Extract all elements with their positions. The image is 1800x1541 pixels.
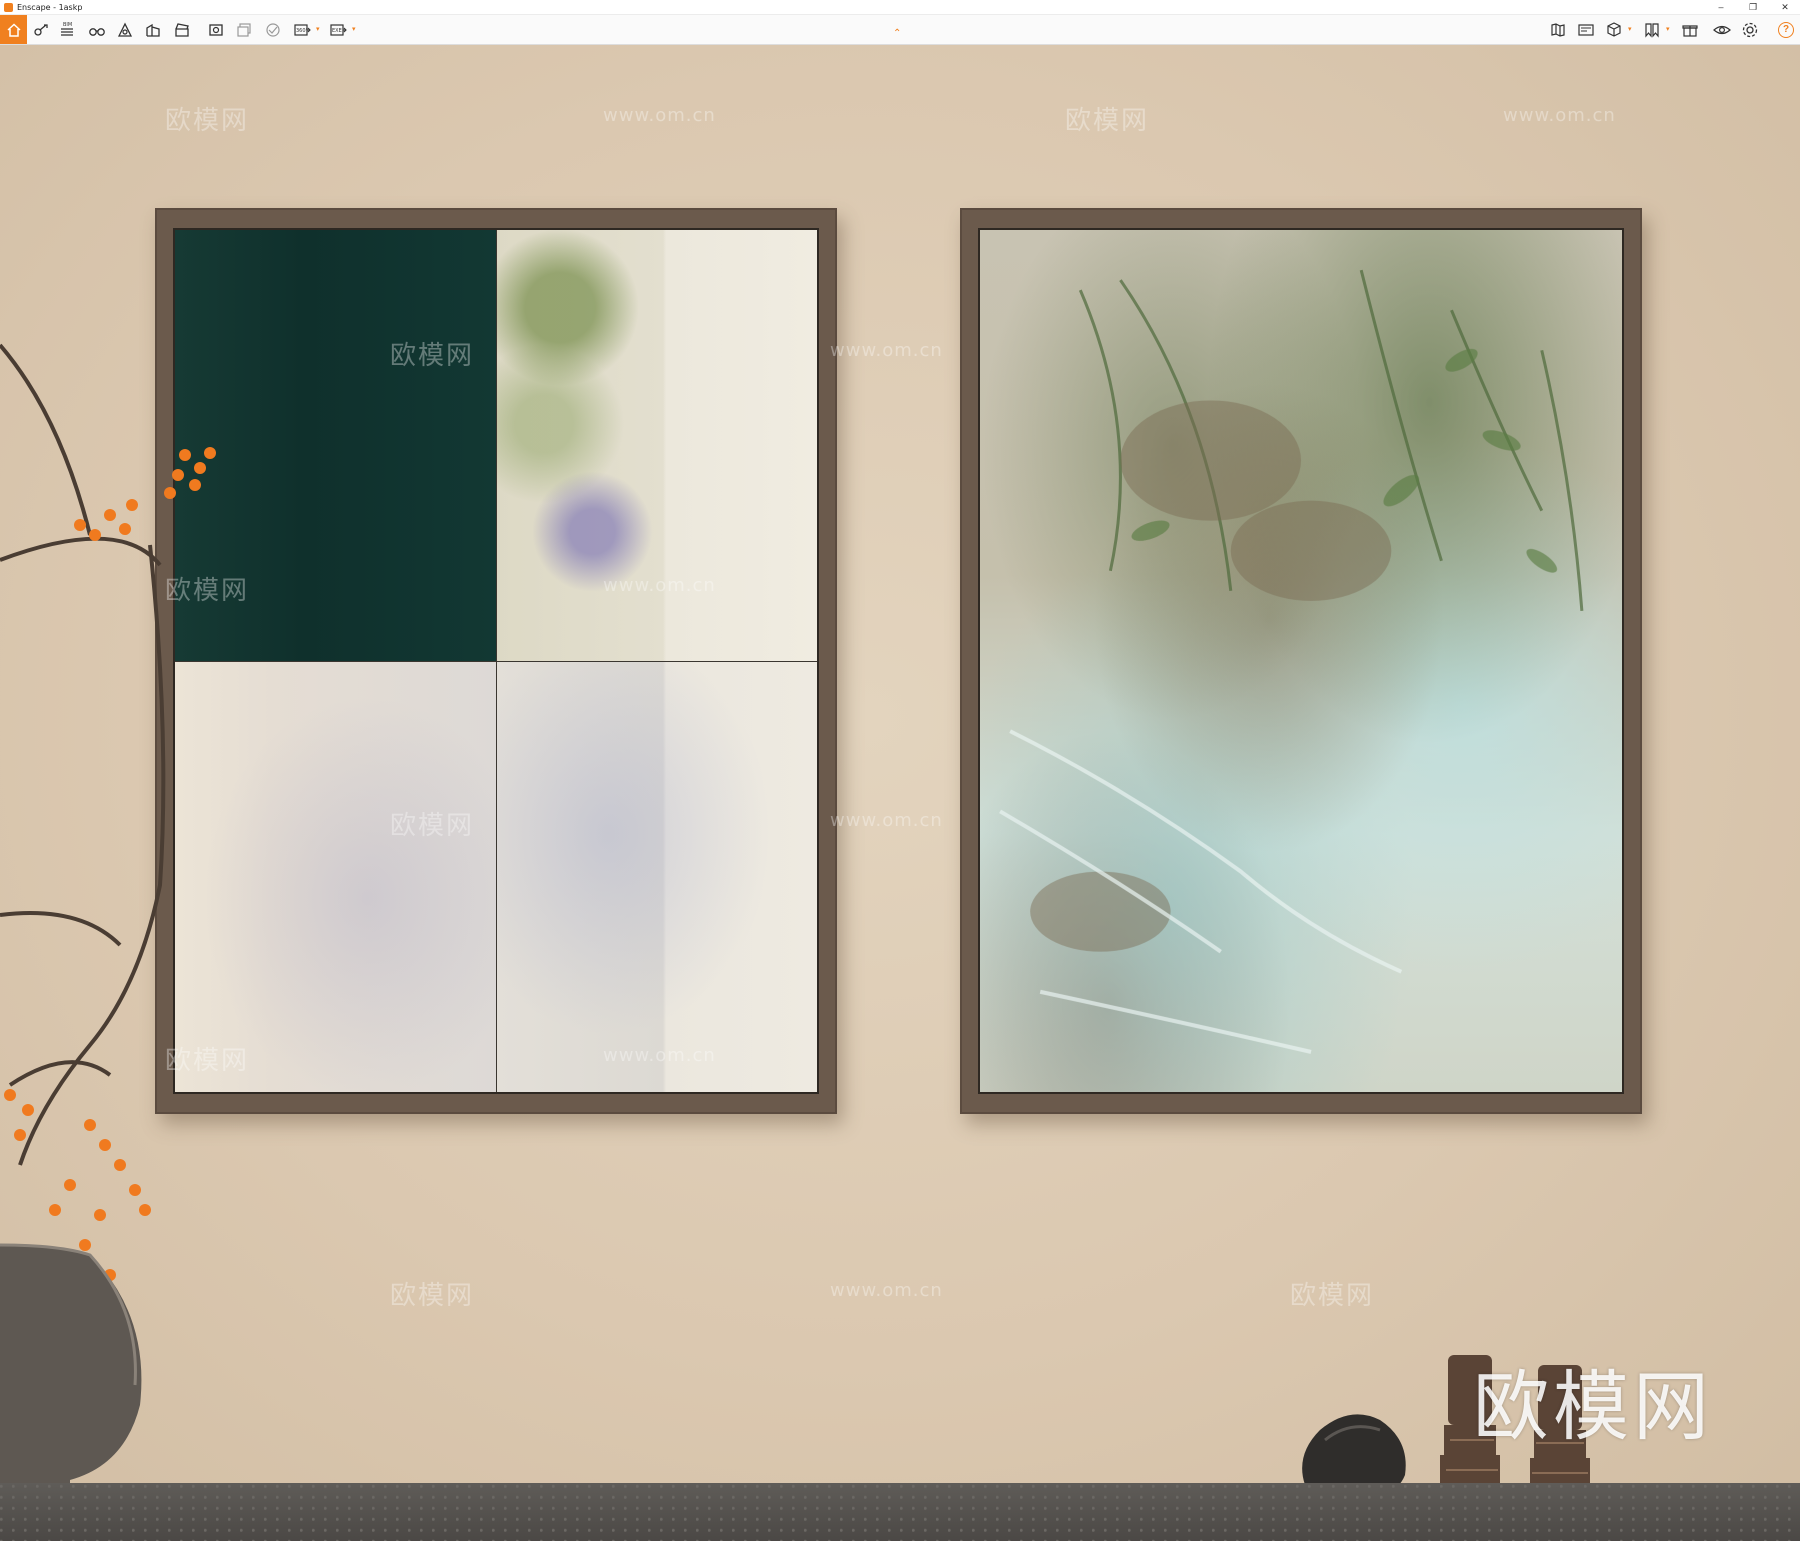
watermark-text: 欧模网 [1065,106,1150,136]
cube-dropdown[interactable]: ▾ [1628,25,1632,33]
watermark-url: www.om.cn [830,1280,943,1301]
views-icon [34,24,48,36]
video-editor-button[interactable] [1576,20,1596,40]
export-exe-label: EXE [332,28,342,34]
watermark-text: 欧模网 [390,1281,475,1311]
watermark-text: 欧模网 [165,1046,250,1076]
clapper-icon [175,23,189,37]
bottom-right-panel [496,661,817,1092]
brand-logo-watermark: 欧模网 [1473,1362,1713,1451]
enscape-logo-icon [4,2,13,12]
batch-render-button[interactable] [234,20,254,40]
export-360-label: 360° [296,28,309,34]
watermark-url: www.om.cn [830,810,943,831]
gift-icon [1682,25,1698,37]
top-right-panel [496,230,817,661]
panorama-icon [266,23,280,37]
map-button[interactable] [1548,20,1568,40]
export-exe-icon: EXE [330,24,347,36]
bim-label: BIM [63,22,72,28]
panorama-button[interactable] [263,20,283,40]
bookmark-button[interactable] [1642,20,1662,40]
stone-shelf [0,1483,1800,1541]
watermark-text: 欧模网 [165,576,250,606]
video-editor-icon [1578,24,1594,36]
screenshot-icon [209,24,223,36]
bookmark-icon [1645,23,1659,38]
close-button[interactable]: ✕ [1780,0,1790,14]
bim-icon: BIM [61,22,73,36]
bim-button[interactable]: BIM [57,20,77,40]
map-icon [1551,23,1565,37]
export-360-icon: 360° [294,24,311,36]
restore-button[interactable]: ❐ [1748,0,1758,14]
material-editor-button[interactable] [143,20,163,40]
home-icon [6,22,21,37]
bookmark-dropdown[interactable]: ▾ [1666,25,1670,33]
minimize-button[interactable]: – [1716,0,1726,14]
cube-button[interactable] [1604,20,1624,40]
render-viewport[interactable]: 欧模网 www.om.cn 欧模网 www.om.cn 欧模网 www.om.c… [0,45,1800,1541]
asset-library-button[interactable] [115,20,135,40]
export-exe-dropdown[interactable]: ▾ [352,25,356,33]
asset-icon [117,22,133,37]
window-controls: – ❐ ✕ [1716,0,1790,14]
watermark-url: www.om.cn [603,1045,716,1066]
toolbar: BIM 360° ▾ EXE ▾ ⌃ ▾ ▾ ? [0,15,1800,45]
views-button[interactable] [31,20,51,40]
collapse-toolbar-chevron-icon[interactable]: ⌃ [893,29,901,39]
help-button[interactable]: ? [1778,22,1794,38]
watermark-url: www.om.cn [603,575,716,596]
berry-branch-decor [0,343,216,1296]
home-button[interactable] [0,15,27,44]
watermark-text: 欧模网 [165,106,250,136]
watermark-text: 欧模网 [390,341,475,371]
window-title: Enscape - 1askp [17,2,83,12]
export-exe-button[interactable]: EXE [328,20,348,40]
stone-vase-decor [0,1243,142,1495]
gift-button[interactable] [1680,20,1700,40]
building-icon [146,23,160,37]
visual-settings-button[interactable] [87,20,107,40]
watermark-url: www.om.cn [1503,105,1616,126]
cube-icon [1607,22,1621,37]
binoculars-icon [89,28,105,36]
eye-icon [1713,25,1731,35]
watermark-url: www.om.cn [603,105,716,126]
foliage-strokes [999,269,1584,1054]
batch-icon [237,23,251,37]
watermark-text: 欧模网 [390,811,475,841]
settings-button[interactable] [1740,20,1760,40]
export-360-dropdown[interactable]: ▾ [316,25,320,33]
watermark-url: www.om.cn [830,340,943,361]
export-360-button[interactable]: 360° [292,20,312,40]
right-picture-frame [960,208,1642,1114]
eye-button[interactable] [1712,20,1732,40]
screenshot-button[interactable] [206,20,226,40]
settings-icon [1742,22,1758,38]
botanical-painting [978,228,1624,1094]
title-bar: Enscape - 1askp – ❐ ✕ [0,0,1800,15]
botanical-painting-surface [980,230,1622,1092]
sync-button[interactable] [172,20,192,40]
watermark-text: 欧模网 [1290,1281,1375,1311]
